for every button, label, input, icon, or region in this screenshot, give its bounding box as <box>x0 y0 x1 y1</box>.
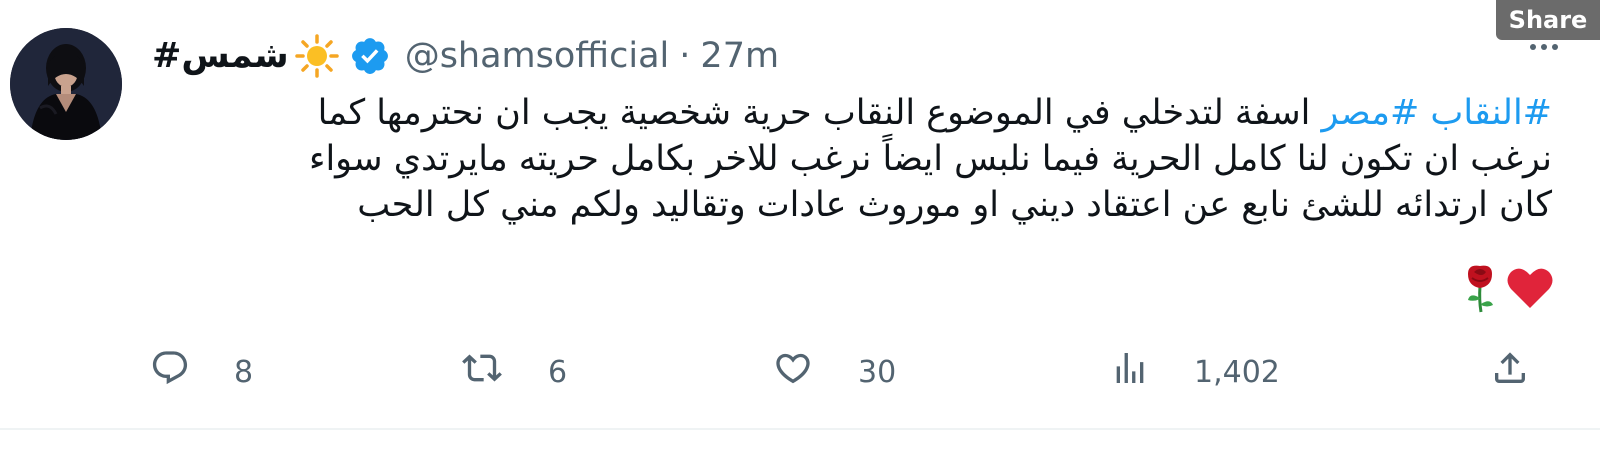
tweet-text-line-1-text: اسفة لتدخلي في الموضوع النقاب حرية شخصية… <box>317 93 1322 133</box>
tweet-text: #النقاب #مصر اسفة لتدخلي في الموضوع النق… <box>152 90 1552 228</box>
share-button[interactable] <box>1490 346 1530 398</box>
retweet-icon <box>460 348 504 396</box>
rose-icon <box>1462 262 1498 318</box>
tweet-timestamp[interactable]: 27m <box>700 36 779 76</box>
reply-count: 8 <box>234 354 254 390</box>
more-options-icon[interactable] <box>1530 44 1558 50</box>
sun-icon <box>294 34 339 78</box>
share-tag[interactable]: Share <box>1496 0 1600 40</box>
action-bar: 8 6 30 1,402 <box>150 346 1550 398</box>
reply-icon <box>150 348 190 396</box>
display-name[interactable]: شمس# <box>152 36 289 76</box>
views-button[interactable]: 1,402 <box>1110 346 1280 398</box>
reply-button[interactable]: 8 <box>150 346 253 398</box>
tweet-text-line-3: كان ارتدائه للشئ نابع عن اعتقاد ديني او … <box>357 185 1552 225</box>
like-button[interactable]: 30 <box>772 346 896 398</box>
header-separator: · <box>679 36 691 76</box>
divider <box>0 428 1600 430</box>
author-handle[interactable]: @shamsofficial <box>405 36 670 76</box>
share-icon <box>1490 348 1530 396</box>
tweet-text-line-1: #النقاب #مصر اسفة لتدخلي في الموضوع النق… <box>152 90 1552 136</box>
tweet-text-line-2: نرغب ان تكون لنا كامل الحرية فيما نلبس ا… <box>309 139 1552 179</box>
views-chart-icon <box>1110 348 1150 396</box>
emoji-row <box>1462 262 1554 318</box>
heart-icon <box>1506 266 1554 314</box>
avatar[interactable] <box>10 28 122 140</box>
tweet-card[interactable]: Share شمس# @shamsofficial · 27m #النقاب … <box>0 0 1600 460</box>
hashtags[interactable]: #النقاب #مصر <box>1322 93 1552 133</box>
views-count: 1,402 <box>1194 354 1280 390</box>
retweet-count: 6 <box>548 354 568 390</box>
verified-badge-icon[interactable] <box>349 35 391 77</box>
heart-outline-icon <box>772 348 814 396</box>
retweet-button[interactable]: 6 <box>460 346 567 398</box>
tweet-header: شمس# @shamsofficial · 27m <box>152 32 779 80</box>
like-count: 30 <box>858 354 897 390</box>
